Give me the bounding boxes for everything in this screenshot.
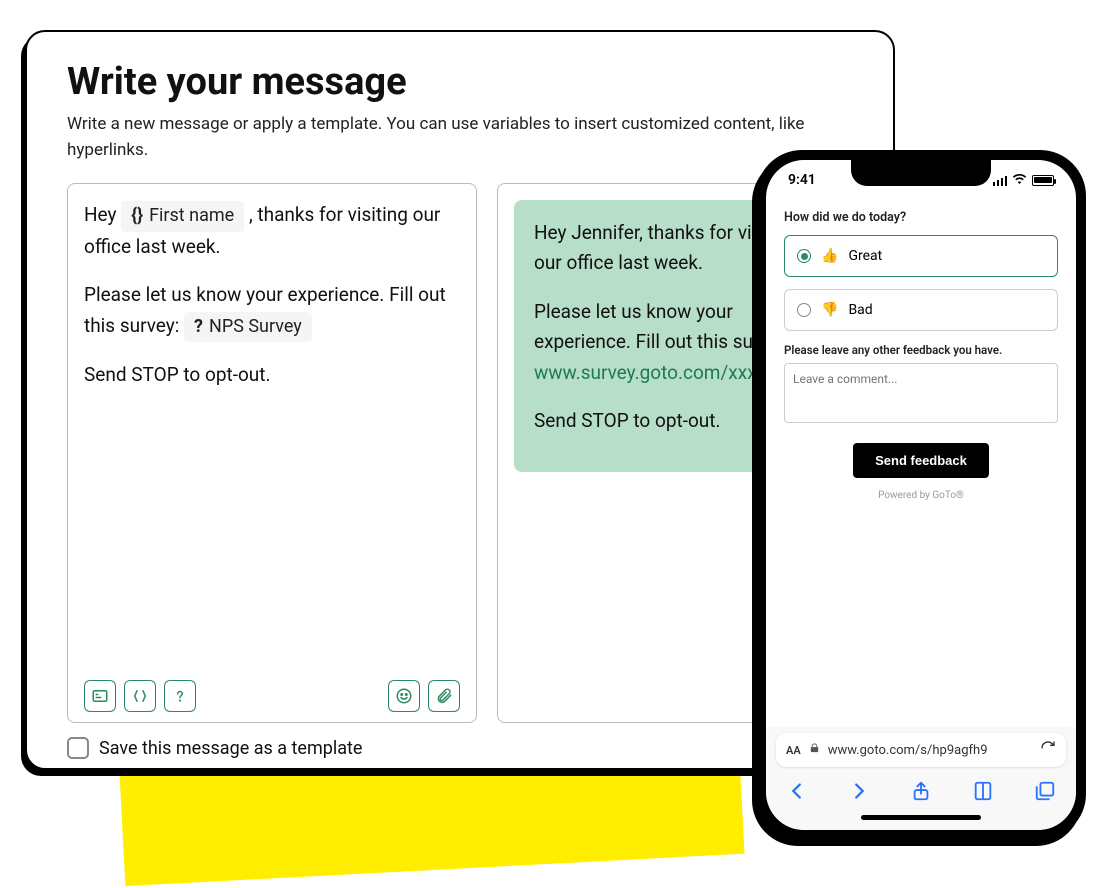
wifi-icon: [1012, 172, 1027, 188]
tabs-icon[interactable]: [1034, 780, 1056, 806]
safari-toolbar: [766, 773, 1076, 813]
phone-screen: 9:41 How did we do today? 👍 Great 👎 Bad: [766, 160, 1076, 830]
battery-icon: [1032, 175, 1054, 186]
insert-emoji-button[interactable]: [388, 680, 420, 712]
powered-by-label: Powered by GoTo®: [784, 490, 1058, 501]
braces-icon: {}: [131, 202, 143, 231]
radio-unselected-icon: [797, 303, 811, 317]
option-label: Great: [848, 248, 882, 264]
editor-toolbar: [84, 674, 460, 712]
feedback-textarea[interactable]: [784, 363, 1058, 423]
variable-chip-firstname[interactable]: {} First name: [121, 201, 244, 232]
option-great[interactable]: 👍 Great: [784, 235, 1058, 277]
lock-icon: [809, 742, 820, 758]
option-label: Bad: [848, 302, 872, 318]
option-bad[interactable]: 👎 Bad: [784, 289, 1058, 331]
variable-chip-label: NPS Survey: [209, 313, 302, 342]
insert-survey-button[interactable]: [164, 680, 196, 712]
save-template-label: Save this message as a template: [99, 738, 362, 759]
forward-icon[interactable]: [848, 780, 870, 806]
share-icon[interactable]: [910, 780, 932, 806]
variable-chip-label: First name: [149, 202, 234, 231]
reload-icon[interactable]: [1040, 740, 1056, 760]
editor-text: Send STOP to opt-out.: [84, 360, 460, 390]
message-editor[interactable]: Hey {} First name , thanks for visiting …: [67, 183, 477, 723]
status-time: 9:41: [788, 172, 816, 188]
preview-text: Please let us know your experience. Fill…: [534, 300, 792, 353]
url-text: www.goto.com/s/hp9agfh9: [828, 743, 988, 758]
reader-mode-icon[interactable]: AA: [786, 744, 801, 757]
phone-notch: [851, 160, 991, 186]
preview-link[interactable]: www.survey.goto.com/xxxxx: [534, 361, 775, 384]
page-title: Write your message: [67, 60, 853, 104]
insert-template-button[interactable]: [84, 680, 116, 712]
insert-variable-button[interactable]: [124, 680, 156, 712]
phone-mockup: 9:41 How did we do today? 👍 Great 👎 Bad: [756, 150, 1086, 840]
variable-chip-survey[interactable]: ? NPS Survey: [184, 312, 312, 343]
survey-question: How did we do today?: [784, 210, 1058, 225]
save-template-row: Save this message as a template: [67, 737, 853, 759]
radio-selected-icon: [797, 249, 811, 263]
question-icon: ?: [194, 313, 203, 342]
thumbs-down-icon: 👎: [821, 302, 838, 318]
editor-text: Hey: [84, 203, 121, 226]
attach-file-button[interactable]: [428, 680, 460, 712]
back-icon[interactable]: [786, 780, 808, 806]
bookmarks-icon[interactable]: [972, 780, 994, 806]
feedback-label: Please leave any other feedback you have…: [784, 343, 1058, 357]
thumbs-up-icon: 👍: [821, 248, 838, 264]
survey-form: How did we do today? 👍 Great 👎 Bad Pleas…: [766, 200, 1076, 727]
send-feedback-button[interactable]: Send feedback: [853, 443, 989, 478]
home-indicator: [861, 815, 981, 820]
signal-icon: [993, 175, 1008, 186]
address-bar[interactable]: AA www.goto.com/s/hp9agfh9: [776, 733, 1066, 767]
editor-content[interactable]: Hey {} First name , thanks for visiting …: [84, 200, 460, 674]
page-subtitle: Write a new message or apply a template.…: [67, 112, 827, 163]
safari-chrome: AA www.goto.com/s/hp9agfh9: [766, 727, 1076, 830]
save-template-checkbox[interactable]: [67, 737, 89, 759]
